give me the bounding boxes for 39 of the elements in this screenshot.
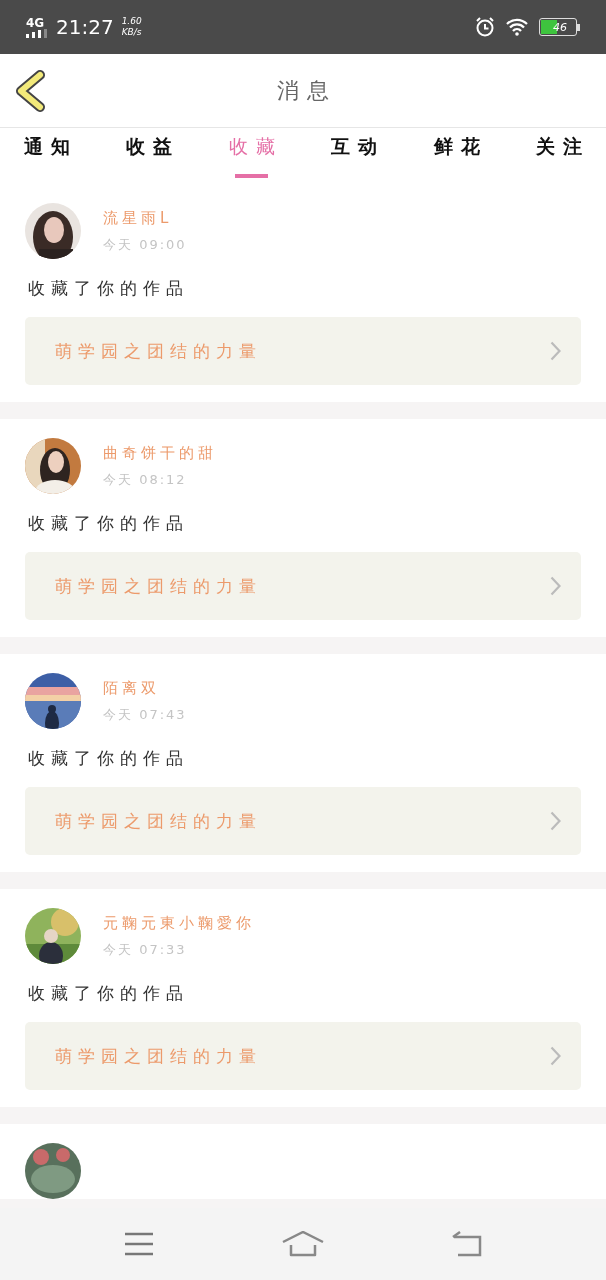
timestamp: 今天 08:12 [103, 470, 188, 489]
work-link[interactable]: 萌学园之团结的力量 [25, 1022, 581, 1090]
tab[interactable]: 鲜花 [433, 128, 488, 178]
user-name[interactable]: 曲奇饼干的甜 [103, 443, 217, 463]
tab[interactable]: 互动 [331, 128, 386, 178]
user-name[interactable]: 陌离双 [103, 678, 187, 698]
tab[interactable]: 收益 [126, 128, 181, 178]
clock-time: 21:27 [56, 15, 114, 39]
menu-icon [124, 1232, 154, 1256]
activity-text: 收藏了你的作品 [28, 747, 190, 770]
user-name[interactable]: 元鞠元東小鞠愛你 [103, 913, 255, 933]
timestamp: 今天 07:33 [103, 940, 188, 959]
back-icon [452, 1231, 482, 1257]
page-title: 消息 [276, 76, 337, 105]
tab[interactable]: 收藏 [228, 128, 283, 178]
activity-text: 收藏了你的作品 [28, 277, 190, 300]
speed-unit: KB/s [121, 27, 142, 38]
network-label: 4G [26, 16, 45, 29]
activity-text: 收藏了你的作品 [28, 512, 190, 535]
tab[interactable]: 通知 [24, 128, 78, 178]
timestamp: 今天 07:43 [103, 705, 187, 724]
work-link[interactable]: 萌学园之团结的力量 [25, 552, 581, 620]
wifi-icon [505, 18, 529, 36]
chevron-right-icon [550, 341, 561, 361]
timestamp: 今天 09:00 [103, 235, 187, 254]
chevron-right-icon [550, 811, 561, 831]
chevron-right-icon [550, 1046, 561, 1066]
work-link[interactable]: 萌学园之团结的力量 [25, 317, 581, 385]
network-speed: 1.60 [121, 16, 142, 27]
signal-icon [26, 28, 48, 38]
back-button[interactable] [14, 70, 48, 112]
user-name[interactable]: 流星雨L [103, 208, 187, 228]
work-link[interactable]: 萌学园之团结的力量 [25, 787, 581, 855]
activity-text: 收藏了你的作品 [28, 982, 190, 1005]
back-icon [14, 70, 48, 112]
tab[interactable]: 关注 [535, 128, 590, 178]
alarm-icon [475, 17, 495, 37]
home-icon [282, 1231, 324, 1257]
chevron-right-icon [550, 576, 561, 596]
